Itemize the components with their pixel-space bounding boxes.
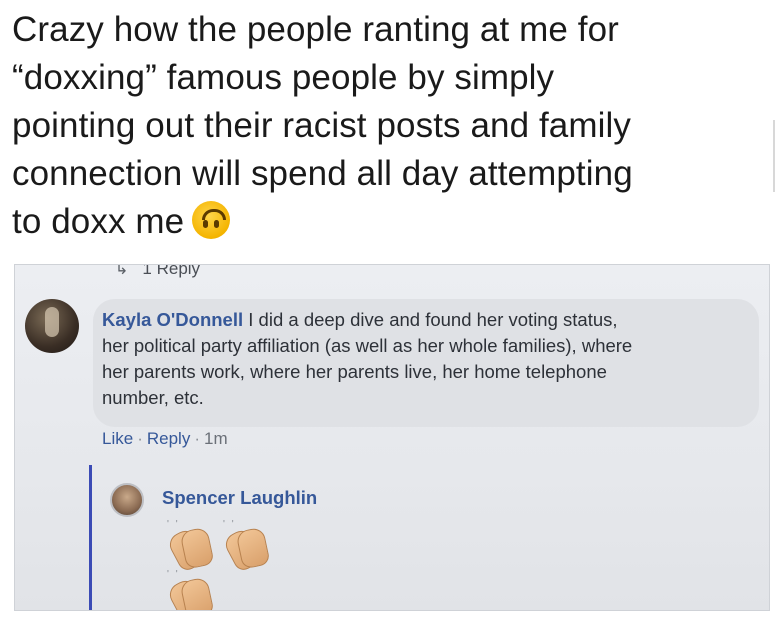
comment-line: her parents work, where her parents live… bbox=[102, 361, 607, 382]
comment-line: I did a deep dive and found her voting s… bbox=[243, 309, 618, 330]
separator: · bbox=[137, 429, 143, 448]
reply-link[interactable]: Reply bbox=[147, 429, 190, 448]
tweet-text: Crazy how the people ranting at me for “… bbox=[12, 6, 772, 246]
comment-author[interactable]: Kayla O'Donnell bbox=[102, 309, 243, 330]
reply-arrow-icon: ↳ bbox=[115, 264, 129, 278]
embedded-screenshot-photo: ↳ 1 Reply Kayla O'Donnell I did a deep di… bbox=[14, 264, 770, 611]
tweet-line: connection will spend all day attempting bbox=[12, 154, 633, 193]
comment-line: her political party affiliation (as well… bbox=[102, 335, 633, 356]
avatar[interactable] bbox=[25, 299, 79, 353]
tweet-line: Crazy how the people ranting at me for bbox=[12, 10, 619, 49]
divider bbox=[773, 120, 775, 192]
clapping-hands-icon: ' ' bbox=[165, 519, 215, 574]
tweet-line-last: to doxx me bbox=[12, 198, 772, 246]
reply-link[interactable]: ↳ 1 Reply bbox=[115, 264, 201, 279]
comment-actions: Like · Reply · 1m bbox=[102, 429, 228, 449]
tweet-line: pointing out their racist posts and fami… bbox=[12, 106, 631, 145]
clapping-hands-icon: ' ' bbox=[165, 569, 215, 610]
tweet-line: to doxx me bbox=[12, 202, 185, 241]
tweet-line: “doxxing” famous people by simply bbox=[12, 58, 555, 97]
timestamp[interactable]: 1m bbox=[204, 429, 228, 448]
reply-count: 1 Reply bbox=[142, 264, 201, 278]
avatar[interactable] bbox=[110, 483, 144, 517]
upside-down-face-icon bbox=[192, 201, 231, 239]
thread-line bbox=[89, 465, 92, 610]
comment-line: number, etc. bbox=[102, 387, 204, 408]
comment-text: Kayla O'Donnell I did a deep dive and fo… bbox=[102, 307, 752, 411]
separator: · bbox=[194, 429, 200, 448]
reply-author[interactable]: Spencer Laughlin bbox=[162, 487, 317, 509]
clapping-hands-icon: ' ' bbox=[221, 519, 271, 574]
like-link[interactable]: Like bbox=[102, 429, 133, 448]
